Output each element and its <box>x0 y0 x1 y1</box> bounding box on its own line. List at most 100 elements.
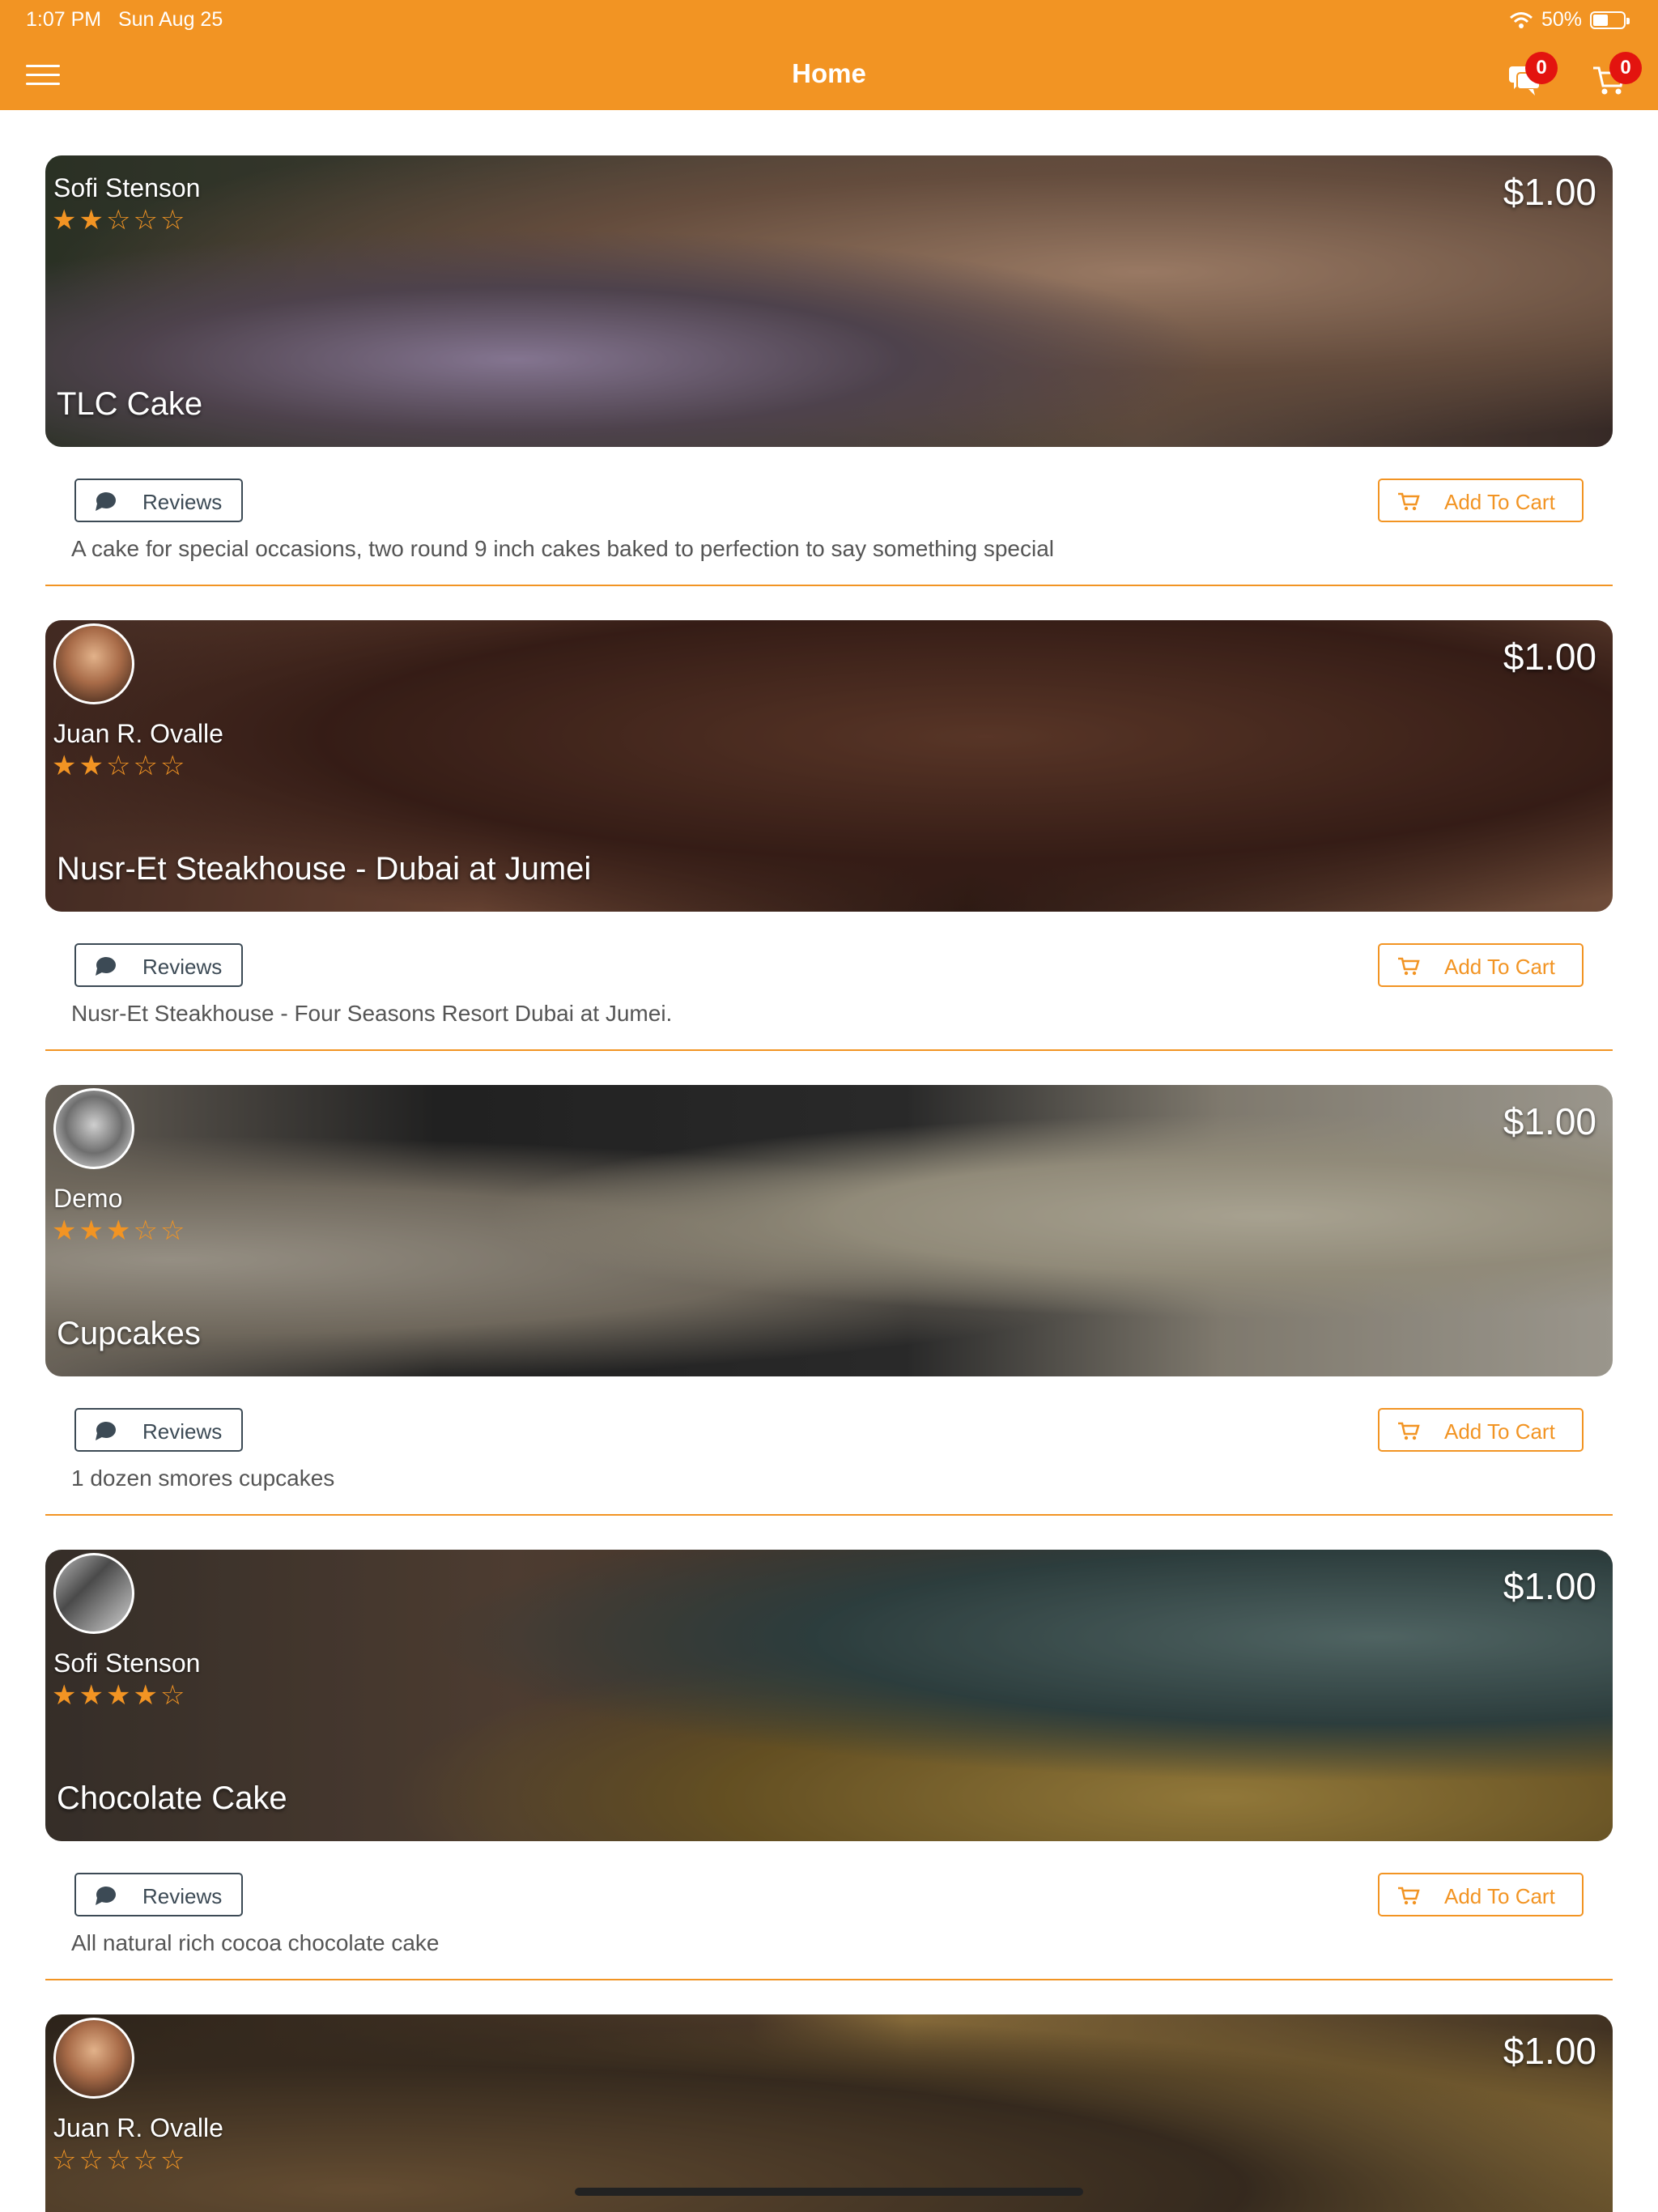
star-empty-icon: ☆ <box>159 205 188 236</box>
seller-name: Sofi Stenson <box>53 173 201 202</box>
cart-badge: 0 <box>1609 52 1642 84</box>
star-empty-icon: ☆ <box>52 2145 79 2176</box>
cart-button[interactable]: 0 <box>1588 52 1642 100</box>
product-image[interactable]: Demo ★★★☆☆ $1.00 Cupcakes <box>45 1085 1613 1376</box>
product-card: Sofi Stenson ★★★★☆ $1.00 Chocolate Cake … <box>45 1550 1613 1980</box>
star-filled-icon: ★ <box>52 205 79 236</box>
product-description: 1 dozen smores cupcakes <box>71 1465 335 1491</box>
star-empty-icon: ☆ <box>79 2145 106 2176</box>
star-empty-icon: ☆ <box>159 751 188 781</box>
reviews-label: Reviews <box>142 1419 223 1444</box>
star-filled-icon: ★ <box>52 1680 79 1711</box>
rating-stars: ★★★☆☆ <box>52 1214 187 1247</box>
messages-button[interactable]: 0 <box>1504 52 1558 100</box>
seller-avatar[interactable] <box>53 2018 134 2099</box>
product-name: Cupcakes <box>57 1316 201 1351</box>
chat-bubbles-icon <box>96 1887 116 1905</box>
star-filled-icon: ★ <box>52 1215 79 1246</box>
divider <box>45 585 1613 586</box>
reviews-label: Reviews <box>142 490 223 514</box>
battery-percent: 50% <box>1541 8 1582 31</box>
add-to-cart-button[interactable]: Add To Cart <box>1378 943 1584 987</box>
status-time-value: 1:07 PM <box>26 8 102 31</box>
product-name: TLC Cake <box>57 386 203 422</box>
reviews-label: Reviews <box>142 955 223 979</box>
reviews-button[interactable]: Reviews <box>74 1873 243 1916</box>
star-filled-icon: ★ <box>79 1680 106 1711</box>
product-feed[interactable]: Sofi Stenson ★★☆☆☆ $1.00 TLC Cake Review… <box>0 110 1658 2212</box>
star-filled-icon: ★ <box>105 1215 134 1246</box>
product-card: Demo ★★★☆☆ $1.00 Cupcakes Reviews Add To… <box>45 1085 1613 1516</box>
add-to-cart-label: Add To Cart <box>1444 490 1555 514</box>
star-empty-icon: ☆ <box>133 1215 160 1246</box>
product-description: All natural rich cocoa chocolate cake <box>71 1930 440 1955</box>
battery-icon <box>1590 11 1630 29</box>
rating-stars: ★★☆☆☆ <box>52 750 187 782</box>
rating-stars: ★★☆☆☆ <box>52 204 187 236</box>
chat-bubbles-icon <box>96 492 116 511</box>
status-time: 1:07 PM Sun Aug 25 <box>26 8 223 32</box>
add-to-cart-button[interactable]: Add To Cart <box>1378 1873 1584 1916</box>
seller-name: Juan R. Ovalle <box>53 719 223 748</box>
wifi-icon <box>1509 11 1533 28</box>
product-image[interactable]: Juan R. Ovalle ★★☆☆☆ $1.00 Nusr-Et Steak… <box>45 620 1613 912</box>
star-filled-icon: ★ <box>52 751 79 781</box>
status-bar: 1:07 PM Sun Aug 25 50% <box>0 0 1658 40</box>
messages-badge: 0 <box>1525 52 1558 84</box>
product-image[interactable]: Juan R. Ovalle ☆☆☆☆☆ $1.00 <box>45 2014 1613 2212</box>
product-price: $1.00 <box>1503 2030 1596 2072</box>
star-empty-icon: ☆ <box>105 205 134 236</box>
star-filled-icon: ★ <box>79 751 106 781</box>
seller-name: Demo <box>53 1184 123 1213</box>
product-actions: Reviews Add To Cart <box>45 1841 1613 1917</box>
product-actions: Reviews Add To Cart <box>45 912 1613 988</box>
star-empty-icon: ☆ <box>133 2145 160 2176</box>
top-navbar: Home 0 0 <box>0 40 1658 110</box>
star-empty-icon: ☆ <box>105 751 134 781</box>
add-to-cart-label: Add To Cart <box>1444 1419 1555 1444</box>
product-image[interactable]: Sofi Stenson ★★☆☆☆ $1.00 TLC Cake <box>45 155 1613 447</box>
reviews-button[interactable]: Reviews <box>74 479 243 522</box>
reviews-label: Reviews <box>142 1884 223 1908</box>
star-empty-icon: ☆ <box>133 205 160 236</box>
divider <box>45 1979 1613 1980</box>
rating-stars: ☆☆☆☆☆ <box>52 2144 187 2176</box>
product-price: $1.00 <box>1503 636 1596 678</box>
product-actions: Reviews Add To Cart <box>45 447 1613 523</box>
seller-avatar[interactable] <box>53 1553 134 1634</box>
product-card: Sofi Stenson ★★☆☆☆ $1.00 TLC Cake Review… <box>45 155 1613 586</box>
page-title: Home <box>792 58 866 88</box>
add-to-cart-label: Add To Cart <box>1444 955 1555 979</box>
product-description: Nusr-Et Steakhouse - Four Seasons Resort… <box>71 1001 673 1026</box>
product-card: Juan R. Ovalle ☆☆☆☆☆ $1.00 <box>45 2014 1613 2212</box>
star-filled-icon: ★ <box>79 205 106 236</box>
product-name: Chocolate Cake <box>57 1780 287 1816</box>
star-empty-icon: ☆ <box>159 2145 188 2176</box>
add-to-cart-label: Add To Cart <box>1444 1884 1555 1908</box>
cart-icon <box>1398 1887 1420 1905</box>
add-to-cart-button[interactable]: Add To Cart <box>1378 479 1584 522</box>
status-date: Sun Aug 25 <box>117 8 223 31</box>
rating-stars: ★★★★☆ <box>52 1679 187 1712</box>
product-actions: Reviews Add To Cart <box>45 1376 1613 1453</box>
divider <box>45 1514 1613 1516</box>
product-image[interactable]: Sofi Stenson ★★★★☆ $1.00 Chocolate Cake <box>45 1550 1613 1841</box>
reviews-button[interactable]: Reviews <box>74 1408 243 1452</box>
cart-icon <box>1398 492 1420 511</box>
reviews-button[interactable]: Reviews <box>74 943 243 987</box>
home-indicator[interactable] <box>575 2188 1083 2196</box>
cart-icon <box>1398 1422 1420 1440</box>
star-empty-icon: ☆ <box>159 1215 188 1246</box>
star-empty-icon: ☆ <box>159 1680 188 1711</box>
seller-avatar[interactable] <box>53 623 134 704</box>
divider <box>45 1049 1613 1051</box>
product-price: $1.00 <box>1503 1565 1596 1607</box>
add-to-cart-button[interactable]: Add To Cart <box>1378 1408 1584 1452</box>
star-filled-icon: ★ <box>133 1680 160 1711</box>
seller-name: Juan R. Ovalle <box>53 2113 223 2142</box>
product-card: Juan R. Ovalle ★★☆☆☆ $1.00 Nusr-Et Steak… <box>45 620 1613 1051</box>
seller-name: Sofi Stenson <box>53 1648 201 1678</box>
star-filled-icon: ★ <box>105 1680 134 1711</box>
seller-avatar[interactable] <box>53 1088 134 1169</box>
product-price: $1.00 <box>1503 1100 1596 1142</box>
